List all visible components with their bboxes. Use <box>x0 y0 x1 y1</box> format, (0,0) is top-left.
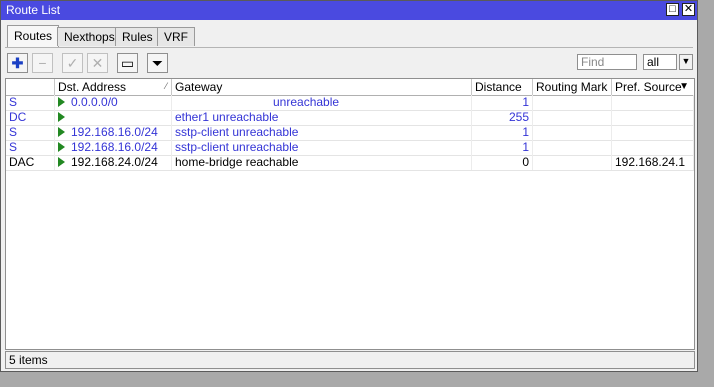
row-dst-cell: 192.168.16.0/24 <box>55 140 172 155</box>
row-pref <box>612 95 694 110</box>
table-row[interactable]: DAC 192.168.24.0/24 home-bridge reachabl… <box>6 155 694 171</box>
row-mark <box>533 95 612 110</box>
row-mark <box>533 155 612 170</box>
row-dst-cell: 192.168.16.0/24 <box>55 125 172 140</box>
row-dst-cell: 0.0.0.0/0 <box>55 95 172 110</box>
column-flags[interactable] <box>6 79 55 95</box>
row-gateway: home-bridge reachable <box>172 155 472 170</box>
remove-icon[interactable]: − <box>32 53 53 73</box>
row-flags: S <box>6 125 55 140</box>
row-distance: 255 <box>472 110 533 125</box>
enable-icon[interactable]: ✓ <box>62 53 83 73</box>
row-gateway: sstp-client unreachable <box>172 125 472 140</box>
find-input[interactable]: Find <box>577 54 637 70</box>
row-pref <box>612 110 694 125</box>
route-arrow-icon <box>58 142 65 152</box>
row-gateway: unreachable <box>273 95 340 109</box>
row-dst-cell: 192.168.24.0/24 <box>55 155 172 170</box>
table-row[interactable]: S 192.168.16.0/24 sstp-client unreachabl… <box>6 125 694 141</box>
row-pref: 192.168.24.1 <box>612 155 694 170</box>
filter-select[interactable]: all <box>643 54 677 70</box>
row-flags: S <box>6 140 55 155</box>
route-list-window: Route List □ ✕ Routes Nexthops Rules VRF… <box>0 0 698 372</box>
tab-vrf[interactable]: VRF <box>157 27 195 46</box>
row-gateway: ether1 unreachable <box>172 110 472 125</box>
column-routing-mark[interactable]: Routing Mark <box>533 79 612 95</box>
column-dst-address-label: Dst. Address <box>58 80 127 94</box>
row-flags: S <box>6 95 55 110</box>
row-flags: DAC <box>6 155 55 170</box>
row-mark <box>533 125 612 140</box>
row-gateway: sstp-client unreachable <box>172 140 472 155</box>
column-distance[interactable]: Distance <box>472 79 533 95</box>
table-row[interactable]: DC ether1 unreachable 255 <box>6 110 694 126</box>
row-distance: 1 <box>472 95 533 110</box>
row-dst: 192.168.16.0/24 <box>71 140 158 154</box>
chevron-down-icon[interactable]: ▼ <box>679 54 693 70</box>
restore-button[interactable]: □ <box>666 3 679 16</box>
row-distance: 1 <box>472 125 533 140</box>
row-dst: 192.168.24.0/24 <box>71 155 158 169</box>
row-distance: 0 <box>472 155 533 170</box>
row-dst: 0.0.0.0/0 <box>71 95 118 109</box>
title-bar[interactable]: Route List □ ✕ <box>1 1 697 20</box>
row-dst-cell <box>55 110 172 125</box>
close-button[interactable]: ✕ <box>682 3 695 16</box>
row-distance: 1 <box>472 140 533 155</box>
route-arrow-icon <box>58 127 65 137</box>
window-title: Route List <box>6 3 61 17</box>
add-icon[interactable]: ✚ <box>7 53 28 73</box>
column-gateway[interactable]: Gateway <box>172 79 472 95</box>
column-dst-address[interactable]: Dst. Address ⁄ <box>55 79 172 95</box>
row-dst: 192.168.16.0/24 <box>71 125 158 139</box>
route-arrow-icon <box>58 97 65 107</box>
row-mark <box>533 140 612 155</box>
tab-rules[interactable]: Rules <box>115 27 160 46</box>
row-gateway-cell: unreachable <box>172 95 472 110</box>
tab-routes[interactable]: Routes <box>7 25 60 47</box>
table-header: Dst. Address ⁄ Gateway Distance Routing … <box>6 79 694 96</box>
route-arrow-icon <box>58 157 65 167</box>
column-pref-source[interactable]: Pref. Source ▼ <box>612 79 694 95</box>
comment-icon[interactable]: ▭ <box>117 53 138 73</box>
sort-icon: ⁄ <box>165 81 167 91</box>
route-arrow-icon <box>58 112 65 122</box>
row-pref <box>612 140 694 155</box>
column-pref-source-label: Pref. Source <box>615 80 682 94</box>
row-pref <box>612 125 694 140</box>
row-mark <box>533 110 612 125</box>
filter-icon[interactable]: ⏷ <box>147 53 168 73</box>
tab-divider <box>5 47 693 48</box>
disable-icon[interactable]: ✕ <box>87 53 108 73</box>
table-row[interactable]: S 192.168.16.0/24 sstp-client unreachabl… <box>6 140 694 156</box>
status-bar: 5 items <box>5 351 695 369</box>
tab-nexthops[interactable]: Nexthops <box>57 27 122 46</box>
column-menu-icon[interactable]: ▼ <box>679 79 689 95</box>
routes-table: Dst. Address ⁄ Gateway Distance Routing … <box>5 78 695 350</box>
table-row[interactable]: S 0.0.0.0/0 unreachable 1 <box>6 95 694 111</box>
row-flags: DC <box>6 110 55 125</box>
